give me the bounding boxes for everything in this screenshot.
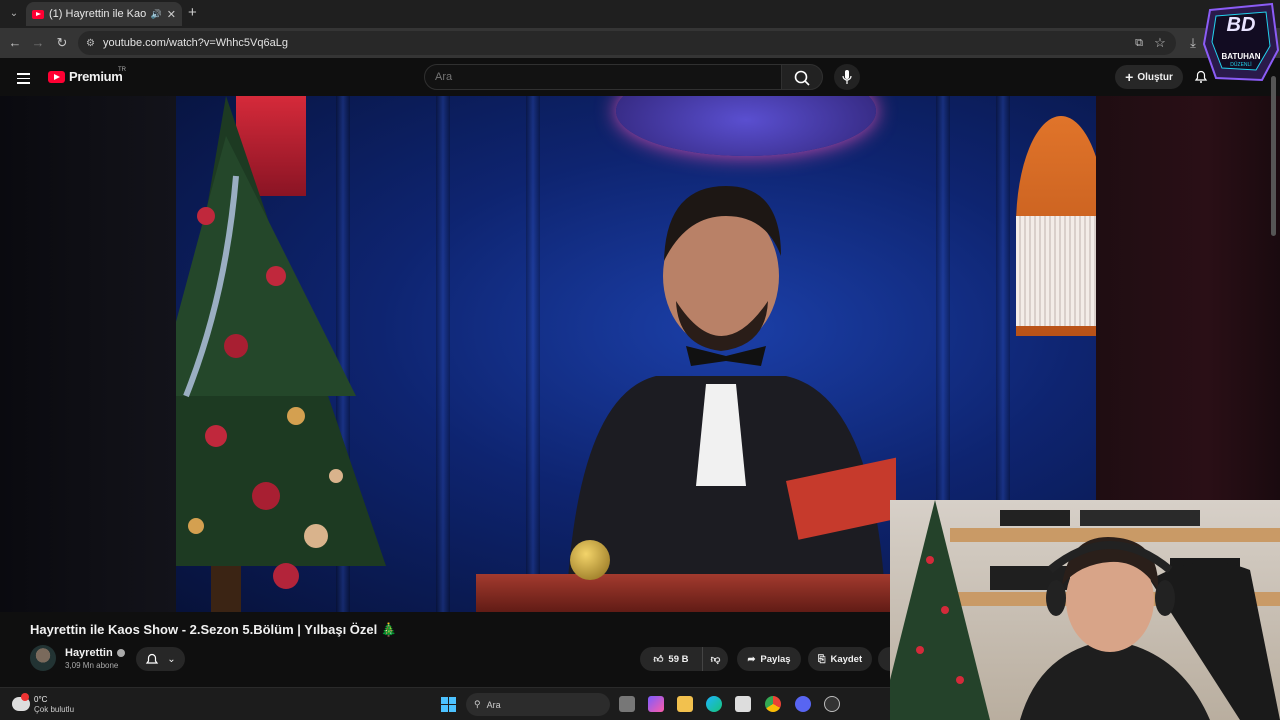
url-text: youtube.com/watch?v=Whhc5Vq6aLg (102, 37, 288, 49)
ambient-left (0, 96, 176, 612)
subscription-bell-button[interactable]: ⌄ (136, 647, 185, 671)
store-icon[interactable] (735, 696, 751, 712)
windows-logo-icon (449, 697, 456, 704)
voice-search-button[interactable] (834, 64, 860, 90)
save-icon: ⎘ (817, 653, 826, 665)
create-label: Oluştur (1137, 71, 1173, 83)
motherboard-box (1080, 510, 1200, 526)
like-button[interactable]: 👍︎ 59 B (640, 647, 702, 671)
save-label: Kaydet (830, 653, 863, 665)
curtain-fold (436, 96, 450, 612)
verified-icon (116, 649, 125, 657)
windows-logo-icon (441, 705, 448, 712)
brand-name: BATUHAN (1221, 52, 1261, 61)
streamer-logo: BD BATUHAN DÜZENLİ (1202, 0, 1280, 84)
site-info-icon[interactable]: ⚙ (86, 38, 95, 49)
download-icon[interactable]: ⤓ (1184, 34, 1202, 52)
chrome-icon[interactable] (765, 696, 781, 712)
search-icon (794, 70, 810, 86)
save-button[interactable]: ⎘ Kaydet (808, 647, 872, 671)
lamp-fringe (1016, 216, 1096, 326)
youtube-header: Premium TR + Oluştur (0, 58, 1280, 96)
dislike-button[interactable]: 👎︎ (702, 647, 728, 671)
youtube-play-icon (48, 70, 65, 83)
browser-tab-bar: ⌄ (1) Hayrettin ile Kaos Show 🔊 ✕ + (0, 0, 1280, 28)
edge-icon[interactable] (706, 696, 722, 712)
forward-button[interactable]: → (29, 34, 47, 52)
subscriber-count: 3,09 Mn abone (65, 661, 119, 670)
tab-list-button[interactable]: ⌄ (6, 6, 22, 22)
thumbs-down-icon: 👎︎ (710, 654, 721, 665)
streamer-figure (1020, 536, 1280, 720)
tab-title: (1) Hayrettin ile Kaos Show (49, 8, 146, 20)
search-icon: ⚲ (474, 699, 481, 709)
channel-name-text: Hayrettin (65, 647, 113, 659)
share-icon: ➦ (747, 653, 756, 665)
discord-icon[interactable] (795, 696, 811, 712)
channel-avatar[interactable] (30, 645, 56, 671)
taskbar-search[interactable]: ⚲ Ara (466, 693, 610, 716)
youtube-logo[interactable]: Premium (48, 69, 123, 84)
search-button[interactable] (781, 64, 823, 90)
weather-badge (21, 693, 29, 701)
reload-button[interactable]: ↻ (53, 34, 71, 52)
share-label: Paylaş (760, 653, 791, 665)
logo-text: Premium (69, 69, 123, 84)
like-count: 59 B (668, 653, 689, 665)
address-bar[interactable]: ⚙ youtube.com/watch?v=Whhc5Vq6aLg (78, 31, 1176, 55)
cast-icon[interactable]: ⧉ (1130, 34, 1148, 52)
file-explorer-icon[interactable] (677, 696, 693, 712)
new-tab-button[interactable]: + (188, 4, 197, 21)
weather-temperature[interactable]: 0°C (34, 695, 47, 704)
obs-icon[interactable] (824, 696, 840, 712)
bell-icon (146, 653, 159, 664)
create-button[interactable]: + Oluştur (1115, 65, 1183, 89)
streamer-badge-icon (1202, 2, 1280, 82)
balloon-decoration (616, 96, 876, 156)
youtube-favicon-icon (32, 9, 44, 19)
weather-description[interactable]: Çok bulutlu (34, 705, 74, 714)
copilot-icon[interactable] (648, 696, 664, 712)
browser-tab[interactable]: (1) Hayrettin ile Kaos Show 🔊 ✕ (26, 2, 182, 26)
chevron-down-icon: ⌄ (167, 653, 176, 665)
thumbs-up-icon: 👍︎ (653, 654, 664, 665)
brand-initials: BD (1226, 14, 1256, 36)
gold-ornament (570, 540, 610, 580)
bookmark-star-icon[interactable]: ☆ (1151, 34, 1169, 52)
share-button[interactable]: ➦ Paylaş (737, 647, 801, 671)
close-tab-icon[interactable]: ✕ (167, 8, 176, 21)
gpu-box (1000, 510, 1070, 526)
audio-playing-icon[interactable]: 🔊 (151, 9, 162, 20)
browser-toolbar: ← → ↻ ⚙ youtube.com/watch?v=Whhc5Vq6aLg … (0, 28, 1280, 58)
microphone-icon (842, 70, 852, 84)
windows-taskbar: 0°C Çok bulutlu ⚲ Ara (0, 687, 890, 720)
webcam-christmas-tree (890, 500, 990, 720)
page-scrollbar[interactable] (1271, 76, 1276, 236)
more-actions-button[interactable] (878, 647, 890, 671)
menu-icon[interactable] (17, 70, 30, 87)
video-title: Hayrettin ile Kaos Show - 2.Sezon 5.Bölü… (30, 622, 398, 637)
christmas-tree (176, 96, 386, 612)
back-button[interactable]: ← (6, 34, 24, 52)
channel-name[interactable]: Hayrettin (65, 647, 125, 659)
windows-logo-icon (441, 697, 448, 704)
brand-subtitle: DÜZENLİ (1230, 62, 1252, 68)
search-input[interactable] (424, 64, 782, 90)
plus-icon: + (1125, 69, 1134, 85)
webcam-overlay (890, 500, 1280, 720)
task-view-icon[interactable] (619, 696, 635, 712)
taskbar-search-label: Ara (486, 699, 501, 710)
windows-logo-icon (449, 705, 456, 712)
region-code: TR (118, 67, 126, 73)
start-button[interactable] (441, 697, 456, 712)
